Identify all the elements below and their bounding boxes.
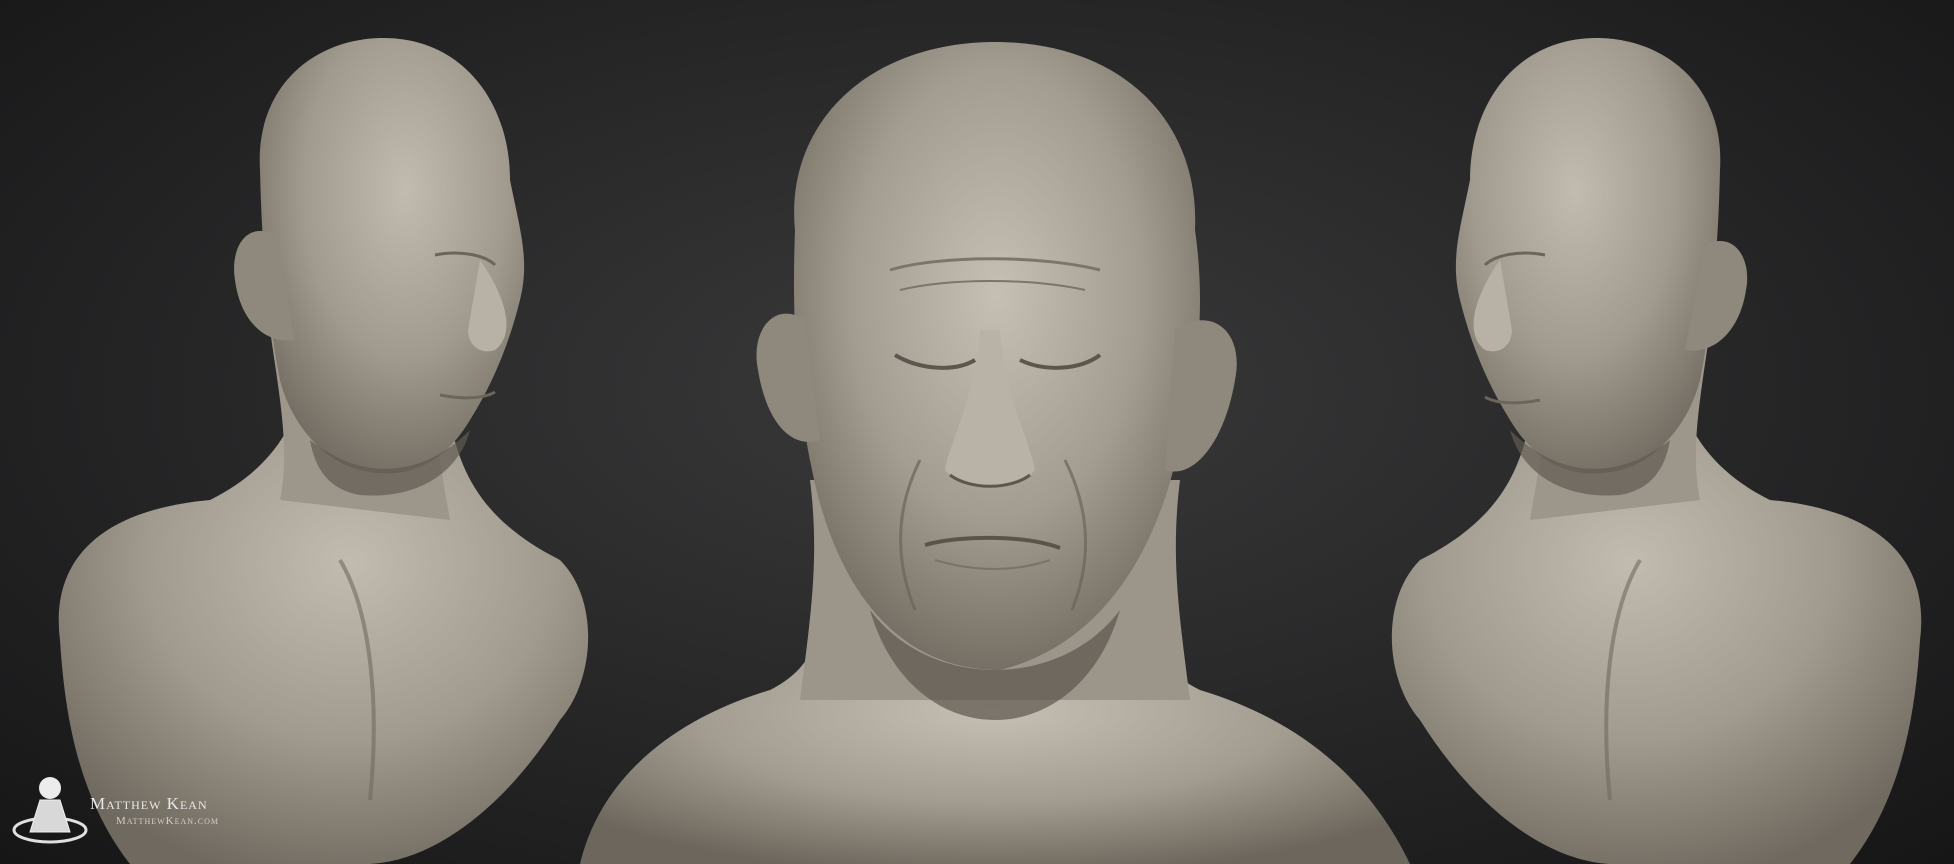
watermark-url: MatthewKean.com: [116, 815, 220, 827]
bust-right-view: [1391, 37, 1922, 864]
render-stage: Matthew Kean MatthewKean.com: [0, 0, 1954, 864]
bust-left-view: [58, 37, 589, 864]
artist-watermark: Matthew Kean MatthewKean.com: [10, 760, 270, 850]
bust-front-view: [580, 41, 1410, 864]
watermark-name: Matthew Kean: [90, 794, 208, 813]
pedestal-sphere-logo-icon: [12, 777, 88, 844]
